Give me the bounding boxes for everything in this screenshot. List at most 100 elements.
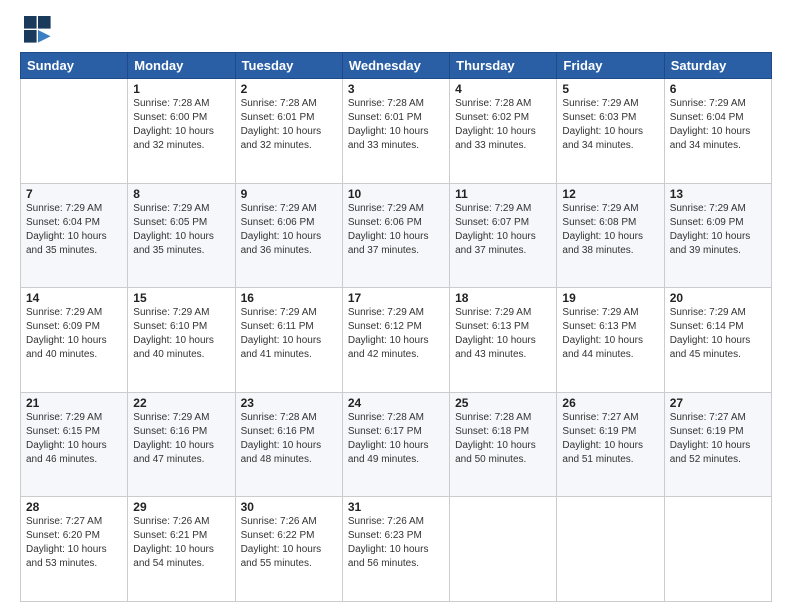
day-number: 9 (241, 187, 337, 201)
calendar-week-row: 21Sunrise: 7:29 AM Sunset: 6:15 PM Dayli… (21, 392, 772, 497)
day-number: 30 (241, 500, 337, 514)
calendar-cell: 27Sunrise: 7:27 AM Sunset: 6:19 PM Dayli… (664, 392, 771, 497)
day-info: Sunrise: 7:29 AM Sunset: 6:11 PM Dayligh… (241, 306, 337, 362)
calendar-cell: 11Sunrise: 7:29 AM Sunset: 6:07 PM Dayli… (450, 183, 557, 288)
day-number: 8 (133, 187, 229, 201)
day-number: 7 (26, 187, 122, 201)
day-info: Sunrise: 7:29 AM Sunset: 6:03 PM Dayligh… (562, 97, 658, 153)
logo-icon (24, 16, 52, 44)
day-info: Sunrise: 7:27 AM Sunset: 6:19 PM Dayligh… (562, 411, 658, 467)
header (20, 16, 772, 44)
day-info: Sunrise: 7:29 AM Sunset: 6:09 PM Dayligh… (26, 306, 122, 362)
day-number: 18 (455, 291, 551, 305)
calendar-cell: 23Sunrise: 7:28 AM Sunset: 6:16 PM Dayli… (235, 392, 342, 497)
calendar-cell: 18Sunrise: 7:29 AM Sunset: 6:13 PM Dayli… (450, 288, 557, 393)
calendar-cell (450, 497, 557, 602)
calendar-cell: 28Sunrise: 7:27 AM Sunset: 6:20 PM Dayli… (21, 497, 128, 602)
page: SundayMondayTuesdayWednesdayThursdayFrid… (0, 0, 792, 612)
calendar-cell: 24Sunrise: 7:28 AM Sunset: 6:17 PM Dayli… (342, 392, 449, 497)
day-number: 29 (133, 500, 229, 514)
day-info: Sunrise: 7:29 AM Sunset: 6:12 PM Dayligh… (348, 306, 444, 362)
day-info: Sunrise: 7:27 AM Sunset: 6:19 PM Dayligh… (670, 411, 766, 467)
day-number: 28 (26, 500, 122, 514)
day-number: 4 (455, 82, 551, 96)
calendar-cell (21, 79, 128, 184)
day-info: Sunrise: 7:29 AM Sunset: 6:16 PM Dayligh… (133, 411, 229, 467)
day-number: 17 (348, 291, 444, 305)
calendar-cell: 2Sunrise: 7:28 AM Sunset: 6:01 PM Daylig… (235, 79, 342, 184)
day-number: 13 (670, 187, 766, 201)
day-number: 6 (670, 82, 766, 96)
day-info: Sunrise: 7:28 AM Sunset: 6:01 PM Dayligh… (241, 97, 337, 153)
day-number: 21 (26, 396, 122, 410)
day-info: Sunrise: 7:29 AM Sunset: 6:15 PM Dayligh… (26, 411, 122, 467)
weekday-header: Friday (557, 53, 664, 79)
day-info: Sunrise: 7:28 AM Sunset: 6:16 PM Dayligh… (241, 411, 337, 467)
day-number: 25 (455, 396, 551, 410)
day-info: Sunrise: 7:26 AM Sunset: 6:21 PM Dayligh… (133, 515, 229, 571)
day-number: 31 (348, 500, 444, 514)
calendar-cell (664, 497, 771, 602)
calendar-cell: 14Sunrise: 7:29 AM Sunset: 6:09 PM Dayli… (21, 288, 128, 393)
weekday-header: Thursday (450, 53, 557, 79)
calendar-cell: 16Sunrise: 7:29 AM Sunset: 6:11 PM Dayli… (235, 288, 342, 393)
day-info: Sunrise: 7:29 AM Sunset: 6:05 PM Dayligh… (133, 202, 229, 258)
weekday-header: Wednesday (342, 53, 449, 79)
day-info: Sunrise: 7:29 AM Sunset: 6:09 PM Dayligh… (670, 202, 766, 258)
calendar-cell: 3Sunrise: 7:28 AM Sunset: 6:01 PM Daylig… (342, 79, 449, 184)
day-info: Sunrise: 7:29 AM Sunset: 6:07 PM Dayligh… (455, 202, 551, 258)
calendar-cell: 1Sunrise: 7:28 AM Sunset: 6:00 PM Daylig… (128, 79, 235, 184)
calendar-week-row: 7Sunrise: 7:29 AM Sunset: 6:04 PM Daylig… (21, 183, 772, 288)
calendar-cell: 17Sunrise: 7:29 AM Sunset: 6:12 PM Dayli… (342, 288, 449, 393)
calendar-cell: 25Sunrise: 7:28 AM Sunset: 6:18 PM Dayli… (450, 392, 557, 497)
day-number: 16 (241, 291, 337, 305)
day-number: 27 (670, 396, 766, 410)
day-number: 19 (562, 291, 658, 305)
weekday-header: Sunday (21, 53, 128, 79)
calendar-cell: 22Sunrise: 7:29 AM Sunset: 6:16 PM Dayli… (128, 392, 235, 497)
weekday-header: Monday (128, 53, 235, 79)
day-number: 22 (133, 396, 229, 410)
day-number: 3 (348, 82, 444, 96)
calendar-cell: 9Sunrise: 7:29 AM Sunset: 6:06 PM Daylig… (235, 183, 342, 288)
day-info: Sunrise: 7:28 AM Sunset: 6:18 PM Dayligh… (455, 411, 551, 467)
day-number: 24 (348, 396, 444, 410)
day-info: Sunrise: 7:29 AM Sunset: 6:08 PM Dayligh… (562, 202, 658, 258)
day-info: Sunrise: 7:29 AM Sunset: 6:13 PM Dayligh… (562, 306, 658, 362)
day-number: 11 (455, 187, 551, 201)
calendar-cell: 19Sunrise: 7:29 AM Sunset: 6:13 PM Dayli… (557, 288, 664, 393)
weekday-header: Saturday (664, 53, 771, 79)
day-info: Sunrise: 7:29 AM Sunset: 6:14 PM Dayligh… (670, 306, 766, 362)
calendar-cell: 26Sunrise: 7:27 AM Sunset: 6:19 PM Dayli… (557, 392, 664, 497)
calendar-cell: 21Sunrise: 7:29 AM Sunset: 6:15 PM Dayli… (21, 392, 128, 497)
calendar-cell: 7Sunrise: 7:29 AM Sunset: 6:04 PM Daylig… (21, 183, 128, 288)
day-number: 15 (133, 291, 229, 305)
day-number: 12 (562, 187, 658, 201)
day-number: 2 (241, 82, 337, 96)
calendar-cell: 15Sunrise: 7:29 AM Sunset: 6:10 PM Dayli… (128, 288, 235, 393)
day-info: Sunrise: 7:29 AM Sunset: 6:04 PM Dayligh… (26, 202, 122, 258)
day-info: Sunrise: 7:29 AM Sunset: 6:06 PM Dayligh… (241, 202, 337, 258)
calendar-cell: 5Sunrise: 7:29 AM Sunset: 6:03 PM Daylig… (557, 79, 664, 184)
day-info: Sunrise: 7:26 AM Sunset: 6:23 PM Dayligh… (348, 515, 444, 571)
calendar-header: SundayMondayTuesdayWednesdayThursdayFrid… (21, 53, 772, 79)
day-info: Sunrise: 7:29 AM Sunset: 6:10 PM Dayligh… (133, 306, 229, 362)
day-info: Sunrise: 7:28 AM Sunset: 6:00 PM Dayligh… (133, 97, 229, 153)
calendar-week-row: 14Sunrise: 7:29 AM Sunset: 6:09 PM Dayli… (21, 288, 772, 393)
day-number: 23 (241, 396, 337, 410)
day-info: Sunrise: 7:27 AM Sunset: 6:20 PM Dayligh… (26, 515, 122, 571)
calendar-cell: 8Sunrise: 7:29 AM Sunset: 6:05 PM Daylig… (128, 183, 235, 288)
calendar-cell: 20Sunrise: 7:29 AM Sunset: 6:14 PM Dayli… (664, 288, 771, 393)
calendar-cell: 12Sunrise: 7:29 AM Sunset: 6:08 PM Dayli… (557, 183, 664, 288)
calendar-cell: 31Sunrise: 7:26 AM Sunset: 6:23 PM Dayli… (342, 497, 449, 602)
calendar-cell: 4Sunrise: 7:28 AM Sunset: 6:02 PM Daylig… (450, 79, 557, 184)
calendar-cell: 6Sunrise: 7:29 AM Sunset: 6:04 PM Daylig… (664, 79, 771, 184)
calendar-cell: 30Sunrise: 7:26 AM Sunset: 6:22 PM Dayli… (235, 497, 342, 602)
day-number: 20 (670, 291, 766, 305)
weekday-header-row: SundayMondayTuesdayWednesdayThursdayFrid… (21, 53, 772, 79)
weekday-header: Tuesday (235, 53, 342, 79)
day-info: Sunrise: 7:28 AM Sunset: 6:17 PM Dayligh… (348, 411, 444, 467)
day-number: 5 (562, 82, 658, 96)
day-info: Sunrise: 7:26 AM Sunset: 6:22 PM Dayligh… (241, 515, 337, 571)
day-number: 26 (562, 396, 658, 410)
